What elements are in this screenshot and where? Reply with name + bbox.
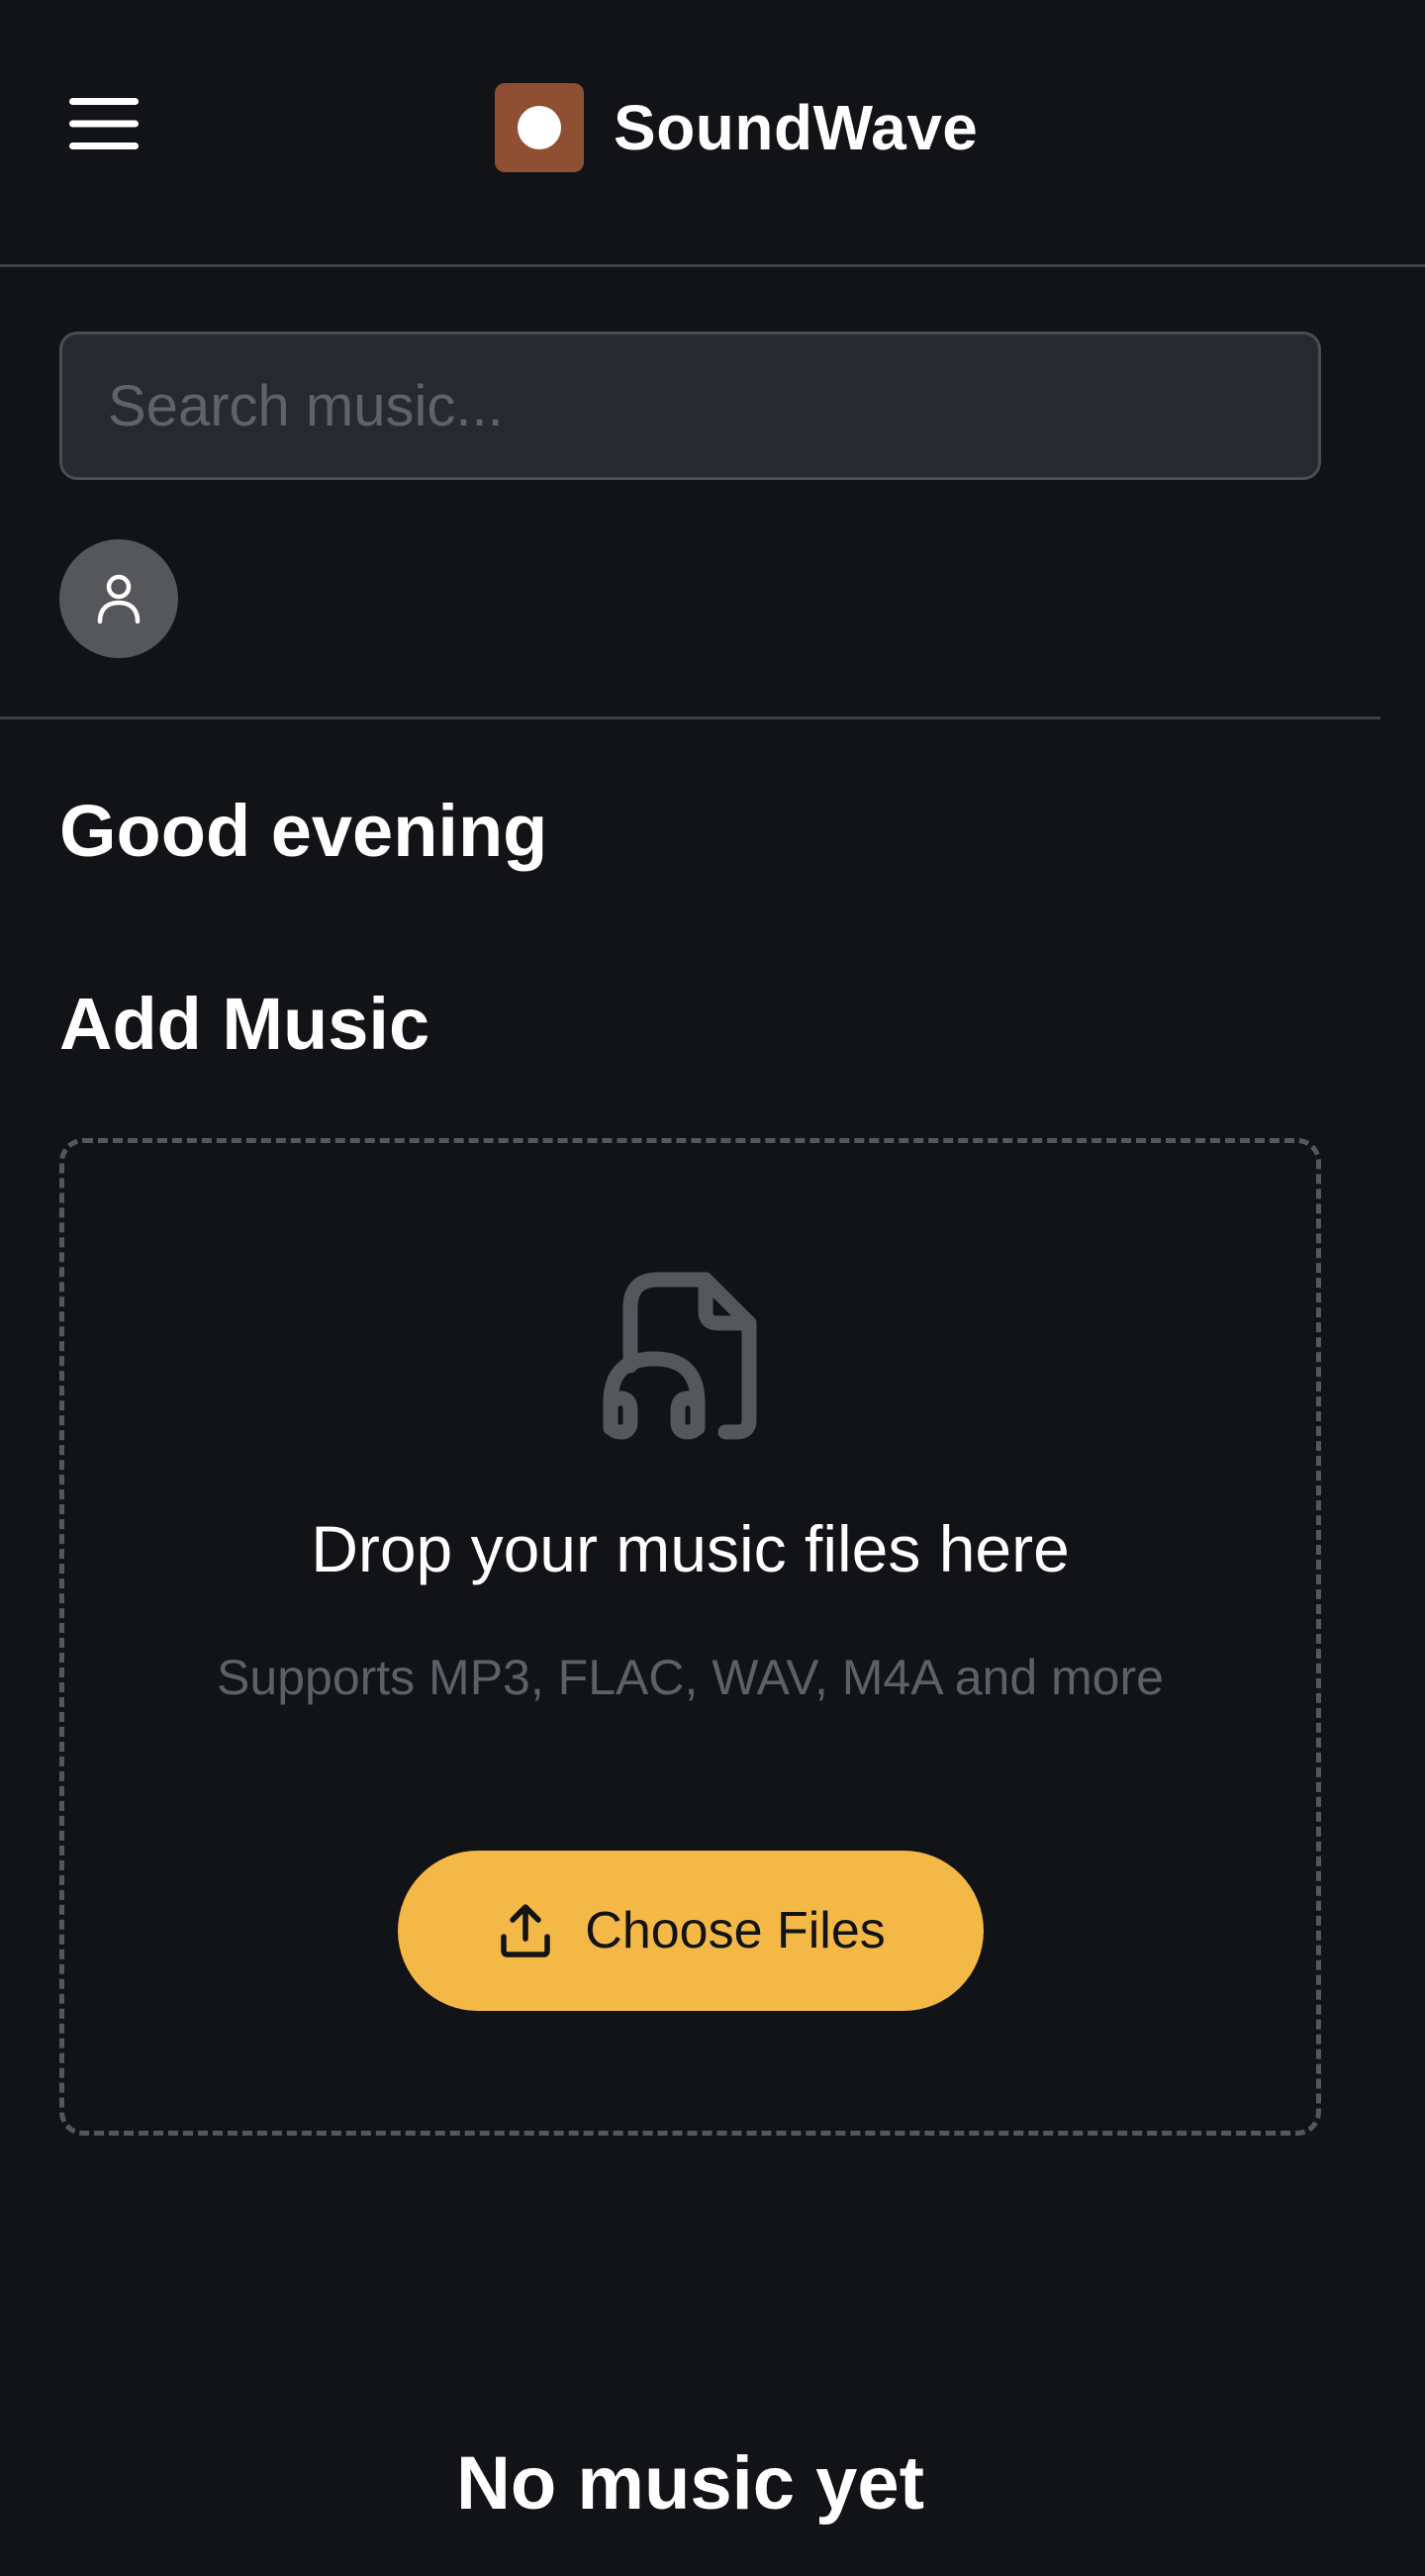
- file-dropzone[interactable]: Drop your music files here Supports MP3,…: [59, 1138, 1321, 2136]
- search-input[interactable]: [62, 334, 1318, 477]
- choose-files-button[interactable]: Choose Files: [398, 1851, 984, 2011]
- dropzone-subtitle: Supports MP3, FLAC, WAV, M4A and more: [217, 1650, 1164, 1705]
- section-divider: [0, 716, 1380, 719]
- brand-name: SoundWave: [614, 92, 979, 163]
- user-icon: [97, 574, 141, 624]
- search-box: [59, 332, 1321, 480]
- top-bar: SoundWave: [0, 0, 1425, 267]
- music-file-icon: [603, 1272, 757, 1440]
- record-dot-icon: [518, 106, 561, 149]
- hamburger-menu-icon: [69, 98, 139, 149]
- profile-button[interactable]: [59, 539, 178, 658]
- upload-icon: [496, 1901, 555, 1960]
- choose-files-label: Choose Files: [585, 1902, 886, 1959]
- empty-state-title: No music yet: [455, 2441, 925, 2526]
- logo: [495, 83, 584, 172]
- add-music-heading: Add Music: [59, 983, 430, 1065]
- brand[interactable]: SoundWave: [495, 83, 978, 172]
- greeting-heading: Good evening: [59, 790, 548, 872]
- dropzone-title: Drop your music files here: [311, 1512, 1070, 1585]
- menu-button[interactable]: [59, 89, 148, 158]
